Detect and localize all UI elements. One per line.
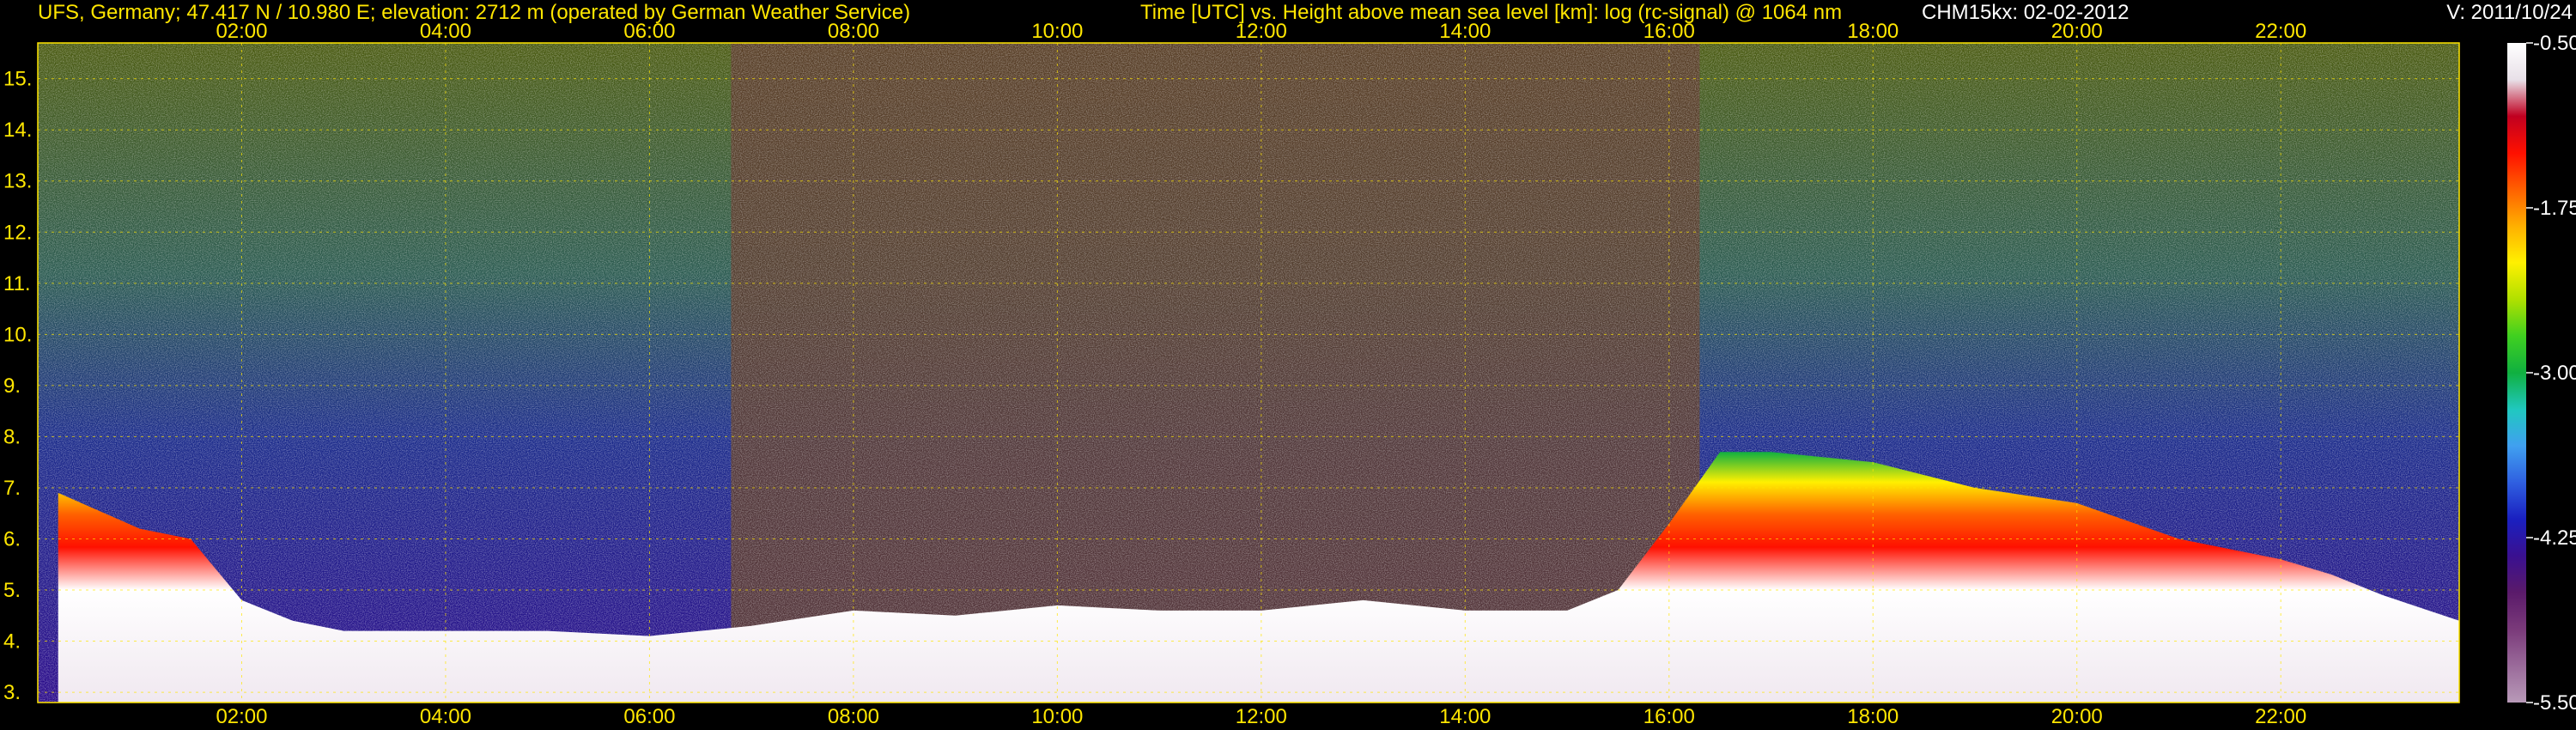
y-tick-9: 12. (3, 221, 32, 244)
y-tick-3: 6. (3, 527, 21, 551)
y-tick-7: 10. (3, 323, 32, 346)
x-tick-bottom-7: 16:00 (1643, 705, 1695, 728)
y-tick-11: 14. (3, 119, 32, 142)
y-tick-6: 9. (3, 374, 21, 398)
x-tick-bottom-5: 12:00 (1236, 705, 1287, 728)
x-tick-bottom-6: 14:00 (1439, 705, 1491, 728)
y-tick-8: 11. (3, 272, 31, 295)
y-tick-4: 7. (3, 477, 21, 500)
colorbar-tick-2: -3.00 (2533, 362, 2576, 385)
x-tick-top-2: 06:00 (623, 20, 675, 43)
colorbar-tick-1: -1.75 (2533, 197, 2576, 220)
y-tick-1: 4. (3, 630, 21, 654)
x-tick-bottom-10: 22:00 (2255, 705, 2306, 728)
y-tick-12: 15. (3, 68, 32, 91)
y-tick-2: 5. (3, 579, 21, 602)
x-tick-top-6: 14:00 (1439, 20, 1491, 43)
x-tick-top-4: 10:00 (1031, 20, 1083, 43)
x-tick-top-9: 20:00 (2051, 20, 2103, 43)
colorbar-tick-4: -5.50 (2533, 691, 2576, 715)
plot-area (38, 43, 2459, 703)
x-tick-bottom-0: 02:00 (216, 705, 267, 728)
station-info: UFS, Germany; 47.417 N / 10.980 E; eleva… (38, 1, 910, 24)
x-tick-top-5: 12:00 (1236, 20, 1287, 43)
x-tick-bottom-3: 08:00 (828, 705, 879, 728)
colorbar-tick-3: -4.25 (2533, 526, 2576, 550)
colorbar-tick-0: -0.50 (2533, 32, 2576, 55)
x-tick-top-10: 22:00 (2255, 20, 2306, 43)
y-tick-5: 8. (3, 425, 21, 448)
y-tick-10: 13. (3, 170, 32, 193)
y-axis: 3. 4. 5. 6. 7. 8. 9. 10. 11. 12. 13. 14. 15. (3, 68, 32, 704)
x-tick-top-8: 18:00 (1847, 20, 1899, 43)
y-tick-0: 3. (3, 681, 21, 704)
x-tick-bottom-4: 10:00 (1031, 705, 1083, 728)
version-label: V: 2011/10/24 (2446, 1, 2573, 24)
x-axis-bottom: 02:00 04:00 06:00 08:00 10:00 12:00 14:00 16:00… (216, 705, 2306, 728)
x-tick-bottom-8: 18:00 (1847, 705, 1899, 728)
colorbar-ticks: -0.50 -1.75 -3.00 -4.25 -5.50 (2526, 32, 2576, 715)
x-tick-top-7: 16:00 (1643, 20, 1695, 43)
x-tick-bottom-1: 04:00 (420, 705, 471, 728)
x-tick-bottom-9: 20:00 (2051, 705, 2103, 728)
x-tick-top-0: 02:00 (216, 20, 267, 43)
x-tick-top-1: 04:00 (420, 20, 471, 43)
colorbar: -0.50 -1.75 -3.00 -4.25 -5.50 (2507, 32, 2576, 715)
colorbar-scale (2507, 43, 2526, 703)
x-tick-top-3: 08:00 (828, 20, 879, 43)
x-tick-bottom-2: 06:00 (623, 705, 675, 728)
ceilometer-chart: UFS, Germany; 47.417 N / 10.980 E; eleva… (3, 1, 2576, 728)
